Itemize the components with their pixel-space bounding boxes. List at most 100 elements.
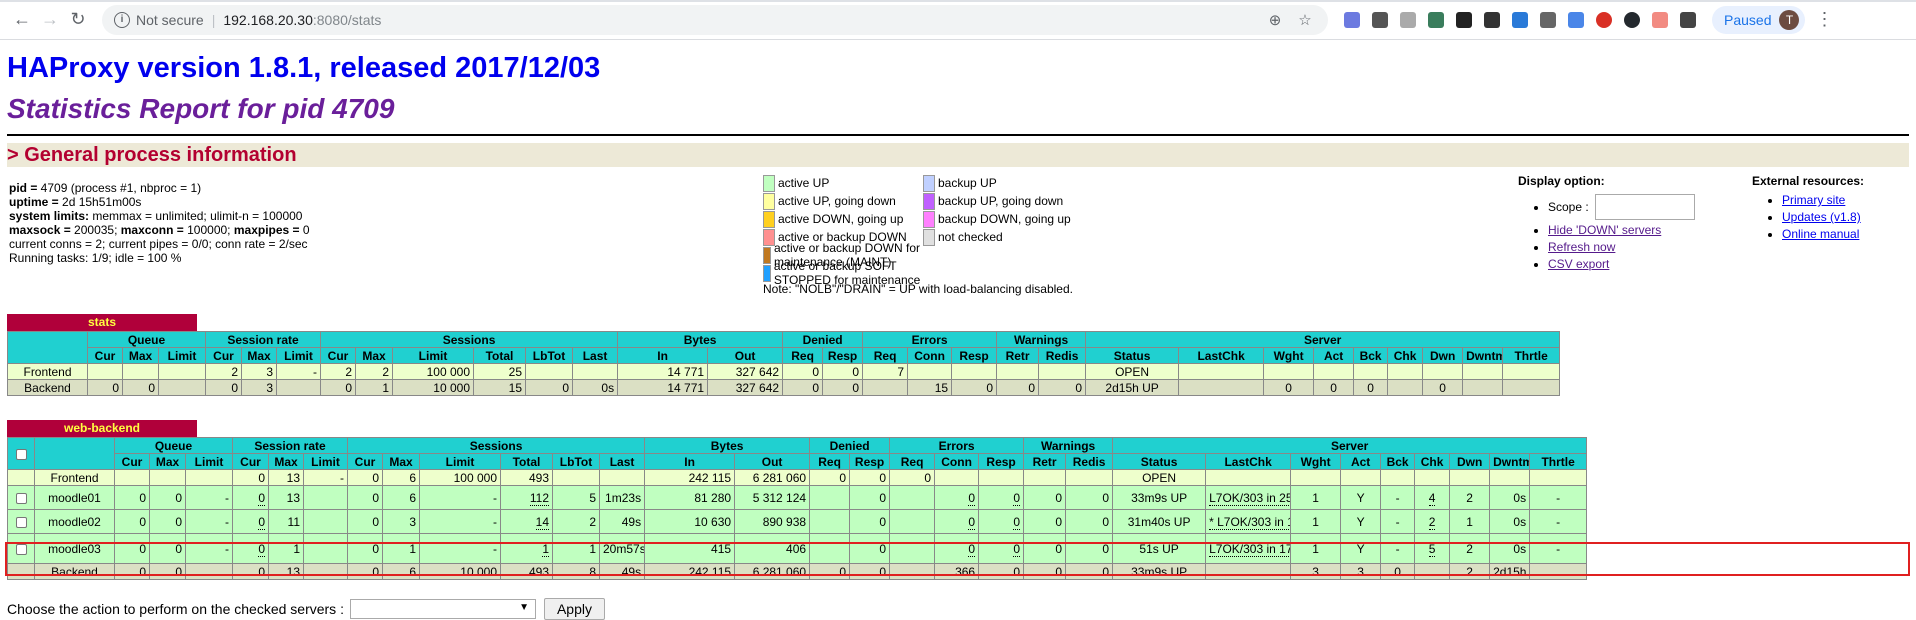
row-name[interactable]: Backend xyxy=(34,563,115,580)
extension-icon[interactable] xyxy=(1344,11,1360,28)
browser-menu-icon[interactable]: ⋮ xyxy=(1815,9,1833,30)
info-icon[interactable]: i xyxy=(114,11,130,28)
forward-icon[interactable]: → xyxy=(36,6,64,34)
cell-value: 0 xyxy=(175,490,182,505)
extension-icon[interactable] xyxy=(1372,11,1388,28)
adblock-icon[interactable] xyxy=(1596,11,1612,28)
column-header: Status xyxy=(1112,453,1207,470)
legend-item: active or backup SOFT STOPPED for mainte… xyxy=(763,259,933,287)
bookmark-star-icon[interactable]: ☆ xyxy=(1294,11,1316,29)
maxpipes-value: 0 xyxy=(299,223,310,237)
updates-link[interactable]: Updates (v1.8) xyxy=(1782,210,1861,224)
reload-icon[interactable]: ↻ xyxy=(64,6,92,34)
cell-value: 0 xyxy=(968,514,976,530)
table-group-header: Queue Session rate Sessions Bytes Denied Erro… xyxy=(7,437,1588,470)
cell: - xyxy=(1380,533,1416,564)
cell: 0 xyxy=(978,485,1025,510)
cell: * L7OK/303 in 151ms xyxy=(1205,509,1292,534)
cell xyxy=(571,363,619,380)
github-icon[interactable] xyxy=(1624,11,1640,28)
cell-value: 0 xyxy=(968,541,976,557)
proxy-name-web-backend[interactable]: web-backend xyxy=(7,420,197,437)
server-checkbox[interactable] xyxy=(15,492,27,504)
cell: 0s xyxy=(1489,485,1531,510)
proxy-name-stats[interactable]: stats xyxy=(7,314,197,331)
cell: 20m57s xyxy=(598,533,646,564)
cell: 33m9s UP xyxy=(1112,485,1207,510)
cell xyxy=(114,469,150,486)
web-backend-table: Queue Session rate Sessions Bytes Denied Erro… xyxy=(7,437,1588,580)
row-name[interactable]: Frontend xyxy=(34,469,115,486)
maxsock-key: maxsock = xyxy=(9,223,71,237)
group-header: Denied xyxy=(809,437,891,454)
cell-value: 0 xyxy=(148,380,155,395)
extension-icon[interactable] xyxy=(1400,11,1416,28)
translate-icon[interactable] xyxy=(1568,11,1584,28)
extension-icon[interactable] xyxy=(1540,11,1556,28)
cell xyxy=(1038,363,1087,380)
row-name[interactable]: moodle01 xyxy=(34,485,115,510)
cell: 2 xyxy=(1449,563,1491,580)
row-name[interactable]: Frontend xyxy=(7,363,88,380)
zoom-icon[interactable]: ⊕ xyxy=(1264,11,1286,29)
extension-icon[interactable] xyxy=(1428,11,1444,28)
scope-label: Scope : xyxy=(1548,199,1589,214)
refresh-now-link[interactable]: Refresh now xyxy=(1548,240,1615,254)
row-name[interactable]: moodle03 xyxy=(34,533,115,564)
apply-button[interactable]: Apply xyxy=(543,598,605,620)
cell xyxy=(809,533,851,564)
csv-export-link[interactable]: CSV export xyxy=(1548,257,1609,271)
security-label: Not secure xyxy=(136,11,204,28)
cell-value: 6 xyxy=(409,490,416,505)
extension-icon[interactable] xyxy=(1652,11,1668,28)
cell: - xyxy=(185,485,233,510)
back-icon[interactable]: ← xyxy=(8,6,36,34)
online-manual-link[interactable]: Online manual xyxy=(1782,227,1859,241)
column-header: Cur xyxy=(87,347,123,364)
cell: 0 xyxy=(149,563,186,580)
uptime-key: uptime = xyxy=(9,195,59,209)
profile-button[interactable]: Paused T xyxy=(1712,5,1806,34)
json-icon[interactable] xyxy=(1680,11,1696,28)
cell-value: 1 xyxy=(542,541,549,557)
qr-code-icon[interactable] xyxy=(1484,11,1500,28)
table-row: Frontend 2 3 - 2 2 100 000 25 14 771 327 642 0 0 7 OP… xyxy=(7,363,1561,380)
cell-value: 0 xyxy=(1055,490,1063,505)
cell: 0 xyxy=(1023,485,1067,510)
column-header: Act xyxy=(1313,347,1355,364)
row-name[interactable]: moodle02 xyxy=(34,509,115,534)
server-checkbox[interactable] xyxy=(15,543,27,555)
server-checkbox[interactable] xyxy=(15,516,27,528)
select-all-checkbox[interactable] xyxy=(15,448,27,460)
column-header: Resp xyxy=(978,453,1025,470)
cell: 327 642 xyxy=(707,379,784,396)
cell: 0 xyxy=(232,533,269,564)
cell-value: 0 xyxy=(1285,380,1292,395)
cell: 0 xyxy=(1313,379,1355,396)
cell-value: 10 000 xyxy=(433,380,470,395)
column-header: Resp xyxy=(822,347,864,364)
hide-down-servers-link[interactable]: Hide 'DOWN' servers xyxy=(1548,223,1661,237)
row-name[interactable]: Backend xyxy=(7,379,88,396)
cell-value: 0s xyxy=(1513,490,1527,505)
column-header: Resp xyxy=(951,347,998,364)
cell-value: 33m9s UP xyxy=(1131,490,1188,505)
qr-code-icon[interactable] xyxy=(1456,11,1472,28)
column-header: Cur xyxy=(347,453,383,470)
cell xyxy=(303,509,348,534)
cell-value: 242 115 xyxy=(688,470,732,485)
legend-swatch xyxy=(923,228,935,246)
address-bar[interactable]: i Not secure | 192.168.20.30 :8080/stats… xyxy=(102,4,1328,35)
current-conns: current conns = 2; current pipes = 0/0; … xyxy=(9,237,308,251)
cell xyxy=(889,563,936,580)
primary-site-link[interactable]: Primary site xyxy=(1782,193,1845,207)
action-select[interactable] xyxy=(349,599,536,619)
scope-input[interactable] xyxy=(1594,194,1695,220)
tabstrip-edge xyxy=(0,0,1916,2)
group-header: Errors xyxy=(862,331,998,348)
cell: - xyxy=(419,485,501,510)
cell: 49s xyxy=(598,563,646,580)
cell: 0 xyxy=(934,509,980,534)
extension-icon[interactable] xyxy=(1512,11,1528,28)
cell-value: 0 xyxy=(175,514,182,529)
